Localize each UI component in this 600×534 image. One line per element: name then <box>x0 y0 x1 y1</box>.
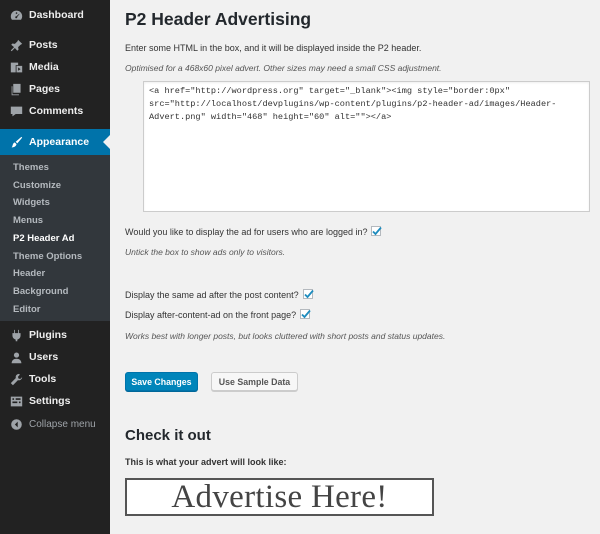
submenu-header[interactable]: Header <box>13 268 45 279</box>
logged-in-option: Would you like to display the ad for use… <box>125 226 383 237</box>
menu-settings[interactable]: Settings <box>0 390 110 412</box>
plugins-icon <box>9 328 23 342</box>
collapse-menu-label: Collapse menu <box>29 418 96 430</box>
page-title: P2 Header Advertising <box>125 9 312 29</box>
front-page-checkbox[interactable] <box>300 309 311 319</box>
front-page-label: Display after-content-ad on the front pa… <box>125 310 297 320</box>
menu-label: Plugins <box>29 329 67 341</box>
menu-label: Appearance <box>29 136 90 148</box>
logged-in-checkbox[interactable] <box>371 226 383 236</box>
after-content-note: Works best with longer posts, but looks … <box>125 331 446 341</box>
submenu-p2-header-ad[interactable]: P2 Header Ad <box>13 233 74 244</box>
submenu-customize[interactable]: Customize <box>13 180 61 191</box>
submenu-theme-options[interactable]: Theme Options <box>13 251 82 262</box>
admin-sidebar: Dashboard Posts Media Pages Comments App… <box>0 0 110 534</box>
logged-in-note: Untick the box to show ads only to visit… <box>125 247 286 257</box>
preview-intro: This is what your advert will look like: <box>125 457 287 467</box>
intro-text: Enter some HTML in the box, and it will … <box>125 43 422 53</box>
save-changes-button[interactable]: Save Changes <box>125 372 198 391</box>
intro-note: Optimised for a 468x60 pixel advert. Oth… <box>125 63 442 73</box>
menu-pages[interactable]: Pages <box>0 78 110 100</box>
menu-label: Pages <box>29 83 60 95</box>
ad-html-textarea[interactable] <box>143 81 590 212</box>
pages-icon <box>9 82 23 96</box>
submenu-widgets[interactable]: Widgets <box>13 197 50 208</box>
submenu-themes[interactable]: Themes <box>13 162 49 173</box>
menu-label: Dashboard <box>29 9 84 21</box>
menu-comments[interactable]: Comments <box>0 100 110 122</box>
dashboard-icon <box>9 8 23 22</box>
users-icon <box>9 350 23 364</box>
checkmark-icon <box>303 289 314 299</box>
checkmark-icon <box>301 309 311 319</box>
collapse-menu-button[interactable]: Collapse menu <box>0 413 110 435</box>
pin-icon <box>9 38 23 52</box>
advert-preview[interactable]: Advertise Here! <box>125 478 434 516</box>
menu-plugins[interactable]: Plugins <box>0 324 110 346</box>
preview-heading: Check it out <box>125 427 211 444</box>
checkmark-icon <box>372 226 383 236</box>
menu-media[interactable]: Media <box>0 56 110 78</box>
submenu-editor[interactable]: Editor <box>13 304 40 315</box>
menu-appearance[interactable]: Appearance <box>0 129 110 155</box>
comments-icon <box>9 104 23 118</box>
logged-in-label: Would you like to display the ad for use… <box>125 227 368 237</box>
use-sample-data-button[interactable]: Use Sample Data <box>211 372 298 391</box>
front-page-option: Display after-content-ad on the front pa… <box>125 309 311 320</box>
collapse-arrow-icon <box>9 417 23 431</box>
menu-label: Posts <box>29 39 58 51</box>
appearance-submenu: Themes Customize Widgets Menus P2 Header… <box>0 155 110 321</box>
submenu-background[interactable]: Background <box>13 286 68 297</box>
settings-icon <box>9 394 23 408</box>
submenu-menus[interactable]: Menus <box>13 215 43 226</box>
menu-label: Tools <box>29 373 57 385</box>
media-icon <box>9 60 23 74</box>
menu-label: Comments <box>29 105 84 117</box>
menu-label: Media <box>29 61 59 73</box>
menu-dashboard[interactable]: Dashboard <box>0 4 110 26</box>
menu-label: Settings <box>29 395 71 407</box>
after-post-option: Display the same ad after the post conte… <box>125 289 314 300</box>
after-post-label: Display the same ad after the post conte… <box>125 290 299 300</box>
tools-icon <box>9 372 23 386</box>
menu-users[interactable]: Users <box>0 346 110 368</box>
advert-preview-text: Advertise Here! <box>171 478 388 515</box>
after-post-checkbox[interactable] <box>302 289 314 299</box>
appearance-brush-icon <box>9 135 23 149</box>
menu-label: Users <box>29 351 59 363</box>
menu-posts[interactable]: Posts <box>0 34 110 56</box>
menu-tools[interactable]: Tools <box>0 368 110 390</box>
